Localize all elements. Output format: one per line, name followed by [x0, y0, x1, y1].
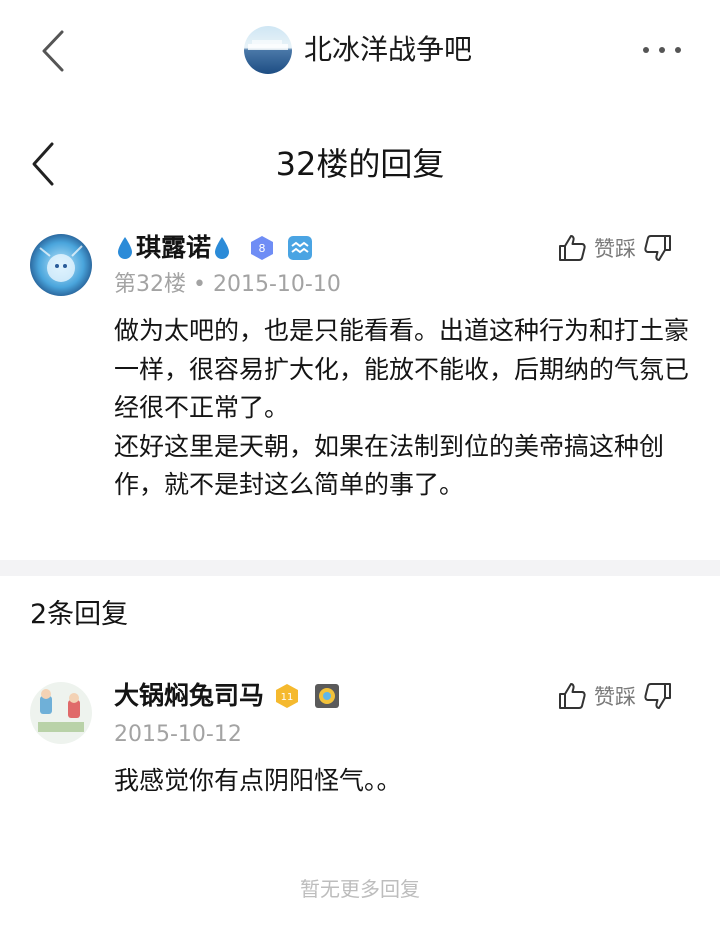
reply-page: 北冰洋战争吧 32楼的回复 琪露诺 8 第32楼 • 2015-10-10 赞踩…	[0, 0, 720, 938]
page-title: 32楼的回复	[275, 145, 445, 183]
more-dots-icon[interactable]	[640, 36, 684, 64]
water-drop-icon	[118, 237, 132, 259]
post-author-row: 琪露诺 8	[114, 228, 313, 268]
post-paragraph: 还好这里是天朝，如果在法制到位的美帝搞这种创作，就不是封这么简单的事了。	[114, 431, 665, 500]
vote-controls: 赞踩	[556, 228, 674, 268]
chevron-left-icon[interactable]	[34, 28, 74, 74]
username[interactable]: 琪露诺	[136, 228, 211, 268]
thumbs-down-icon[interactable]	[642, 232, 674, 264]
reply-date: 2015-10-12	[114, 722, 242, 747]
reply-author-row: 大锅焖兔司马 11	[114, 676, 340, 716]
floor-date: 第32楼 • 2015-10-10	[114, 272, 341, 297]
forum-name[interactable]: 北冰洋战争吧	[304, 30, 472, 70]
svg-text:11: 11	[281, 692, 294, 703]
thumbs-up-icon[interactable]	[556, 680, 588, 712]
gear-badge-icon	[315, 684, 340, 708]
no-more-replies: 暂无更多回复	[300, 877, 420, 901]
reply-count: 2条回复	[30, 599, 129, 630]
vote-controls: 赞踩	[556, 676, 674, 716]
thumbs-up-icon[interactable]	[556, 232, 588, 264]
username[interactable]: 大锅焖兔司马	[114, 676, 264, 716]
aquarius-icon	[288, 236, 313, 260]
thumbs-down-icon[interactable]	[642, 680, 674, 712]
post-paragraph: 做为太吧的，也是只能看看。出道这种行为和打土豪一样，很容易扩大化，能放不能收，后…	[114, 316, 690, 422]
vote-label: 赞踩	[594, 685, 636, 709]
avatar[interactable]	[30, 682, 92, 744]
post-content: 做为太吧的，也是只能看看。出道这种行为和打土豪一样，很容易扩大化，能放不能收，后…	[114, 312, 694, 505]
water-drop-icon	[215, 237, 230, 259]
reply-content: 我感觉你有点阴阳怪气。。	[114, 766, 402, 795]
section-divider	[0, 560, 720, 576]
level-badge: 8	[251, 236, 274, 260]
reply-header: 32楼的回复	[0, 124, 720, 204]
level-badge: 11	[276, 684, 299, 708]
top-nav-bar: 北冰洋战争吧	[0, 0, 720, 100]
svg-text:8: 8	[259, 242, 266, 255]
avatar[interactable]	[30, 234, 92, 296]
forum-avatar[interactable]	[244, 26, 292, 74]
vote-label: 赞踩	[594, 237, 636, 261]
